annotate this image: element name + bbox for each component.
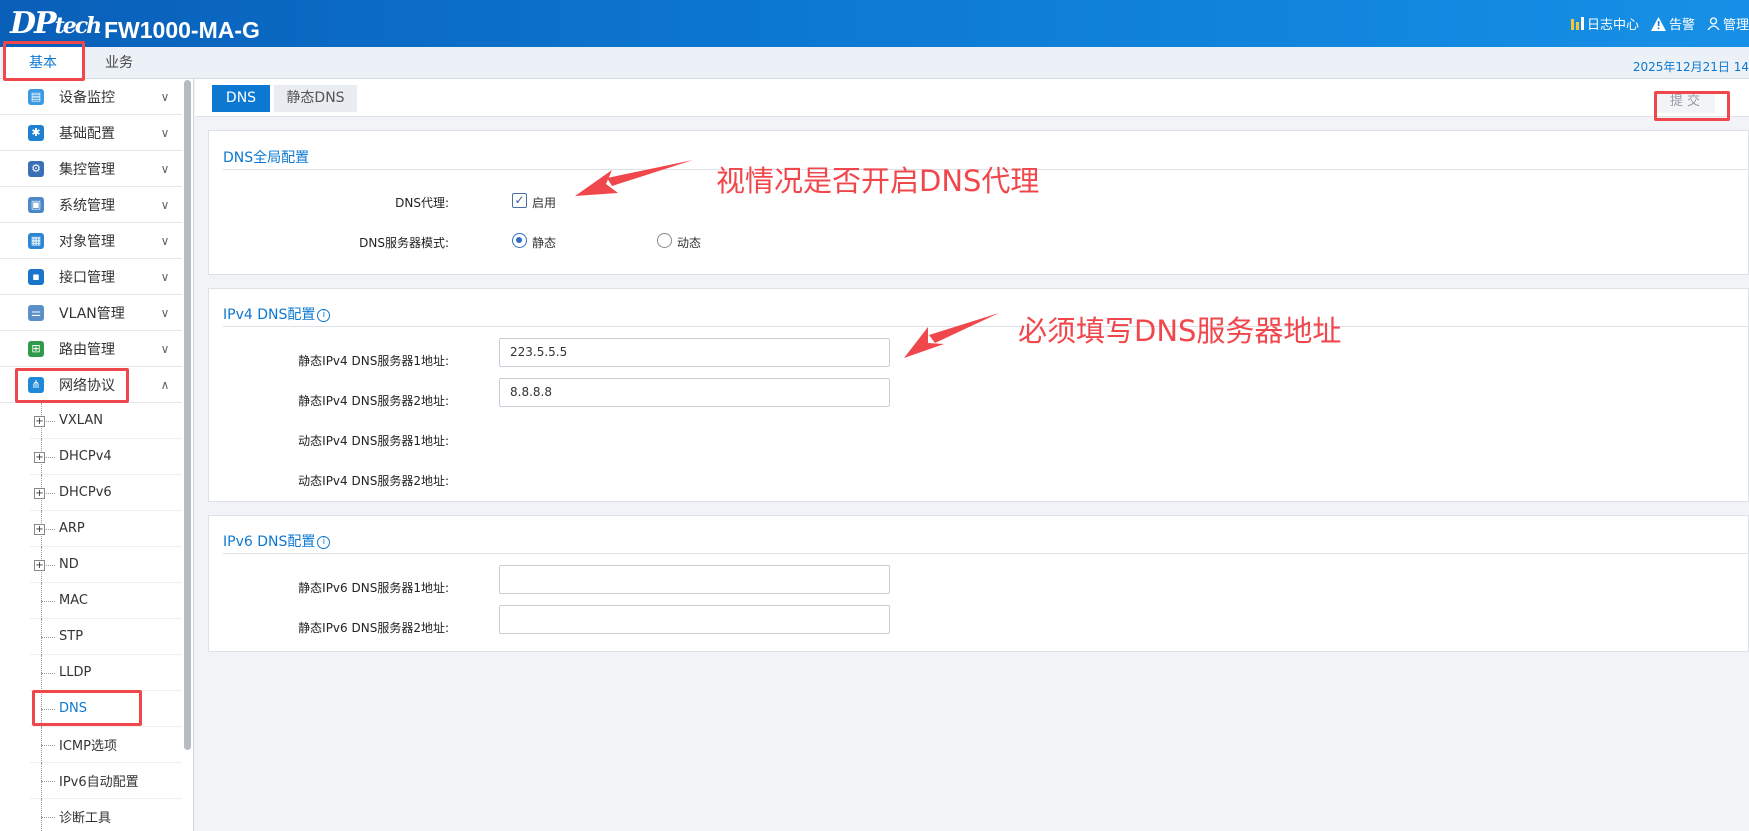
sidebar-item-object-mgmt[interactable]: ▦ 对象管理 ∨ — [0, 223, 182, 259]
sidebar-item-interface-mgmt[interactable]: ▪ 接口管理 ∨ — [0, 259, 182, 295]
network-icon: ⋔ — [28, 376, 44, 393]
tab-static-dns[interactable]: 静态DNS — [274, 85, 357, 112]
sidebar-subitem-lldp[interactable]: LLDP — [30, 655, 182, 691]
chevron-up-icon: ∧ — [160, 377, 170, 392]
monitor-icon: ▤ — [28, 88, 44, 105]
expand-icon[interactable]: + — [34, 560, 45, 571]
static-ipv6-dns1-label: 静态IPv6 DNS服务器1地址: — [298, 581, 449, 595]
sidebar-item-route-mgmt[interactable]: ⊞ 路由管理 ∨ — [0, 331, 182, 367]
panel-title: IPv4 DNS配置 i — [223, 304, 331, 324]
panel-title: DNS全局配置 — [223, 150, 310, 166]
dns-proxy-label: DNS代理: — [395, 196, 449, 210]
alarm-link[interactable]: 告警 — [1650, 14, 1695, 33]
static-ipv6-dns2-label: 静态IPv6 DNS服务器2地址: — [298, 621, 449, 635]
tab-dns[interactable]: DNS — [212, 85, 270, 112]
dns-server-mode-label: DNS服务器模式: — [359, 236, 449, 250]
dns-global-panel: DNS全局配置 DNS代理: ✓ 启用 DNS服务器模式: 静态 动态 — [208, 130, 1749, 275]
bar-chart-icon — [1570, 17, 1584, 30]
sidebar-subitem-dns[interactable]: DNS — [30, 691, 182, 727]
static-ipv6-dns2-input[interactable] — [499, 605, 890, 634]
sidebar-subitem-nd[interactable]: + ND — [30, 547, 182, 583]
annotation-proxy-note: 视情况是否开启DNS代理 — [716, 164, 1040, 198]
mode-dynamic-label: 动态 — [677, 236, 702, 250]
sidebar-item-vlan-mgmt[interactable]: ⚌ VLAN管理 ∨ — [0, 295, 182, 331]
user-icon — [1707, 17, 1720, 30]
chevron-down-icon: ∨ — [160, 305, 170, 320]
static-ipv6-dns1-input[interactable] — [499, 565, 890, 594]
submit-button[interactable]: 提 交 — [1655, 91, 1715, 113]
info-icon[interactable]: i — [317, 535, 331, 549]
dns-proxy-checkbox[interactable]: ✓ — [512, 193, 527, 208]
static-ipv4-dns2-input[interactable]: 8.8.8.8 — [499, 378, 890, 407]
ipv6-dns-panel: IPv6 DNS配置 i 静态IPv6 DNS服务器1地址: 静态IPv6 DNS… — [208, 515, 1749, 652]
ipv4-dns-panel: IPv4 DNS配置 i 静态IPv4 DNS服务器1地址: 223.5.5.5 … — [208, 288, 1749, 502]
cluster-icon: ⚙ — [28, 160, 44, 177]
log-center-link[interactable]: 日志中心 — [1570, 14, 1639, 33]
panel-title: IPv6 DNS配置 i — [223, 531, 331, 551]
annotation-server-note: 必须填写DNS服务器地址 — [1018, 314, 1342, 348]
mode-static-radio[interactable] — [512, 233, 527, 248]
info-icon[interactable]: i — [317, 308, 331, 322]
gear-icon: ✱ — [28, 124, 44, 141]
expand-icon[interactable]: + — [34, 524, 45, 535]
chevron-down-icon: ∨ — [160, 89, 170, 104]
datetime-display: 2025年12月21日 14 — [1632, 60, 1749, 74]
top-header: DPtech FW1000-MA-G 日志中心 告警 管理 — [0, 0, 1749, 47]
warning-icon — [1650, 16, 1666, 31]
sidebar-item-device-monitor[interactable]: ▤ 设备监控 ∨ — [0, 79, 182, 115]
tab-basic[interactable]: 基本 — [4, 47, 82, 79]
mode-static-label: 静态 — [532, 236, 557, 250]
expand-icon[interactable]: + — [34, 452, 45, 463]
expand-icon[interactable]: + — [34, 488, 45, 499]
computer-icon: ▣ — [28, 196, 44, 213]
sidebar-subitem-diagnostics[interactable]: 诊断工具 — [30, 799, 182, 831]
static-ipv4-dns2-label: 静态IPv4 DNS服务器2地址: — [298, 394, 449, 408]
sidebar-item-basic-config[interactable]: ✱ 基础配置 ∨ — [0, 115, 182, 151]
sidebar-subitem-ipv6-autoconfig[interactable]: IPv6自动配置 — [30, 763, 182, 799]
tab-business[interactable]: 业务 — [84, 47, 154, 79]
interface-icon: ▪ — [28, 268, 44, 285]
expand-icon[interactable]: + — [34, 416, 45, 427]
brand-logo: DPtech — [10, 6, 102, 41]
sidebar-scrollbar[interactable] — [184, 80, 191, 750]
static-ipv4-dns1-input[interactable]: 223.5.5.5 — [499, 338, 890, 367]
route-icon: ⊞ — [28, 340, 44, 357]
sidebar-item-system-mgmt[interactable]: ▣ 系统管理 ∨ — [0, 187, 182, 223]
content-tabbar: DNS 静态DNS 提 交 — [195, 79, 1749, 117]
device-model: FW1000-MA-G — [104, 17, 260, 43]
static-ipv4-dns1-label: 静态IPv4 DNS服务器1地址: — [298, 354, 449, 368]
object-icon: ▦ — [28, 232, 44, 249]
chevron-down-icon: ∨ — [160, 269, 170, 284]
dns-proxy-option: 启用 — [532, 196, 557, 210]
vlan-icon: ⚌ — [28, 304, 44, 321]
sidebar-item-cluster-mgmt[interactable]: ⚙ 集控管理 ∨ — [0, 151, 182, 187]
sidebar-subitem-icmp[interactable]: ICMP选项 — [30, 727, 182, 763]
module-tabs: 基本 业务 2025年12月21日 14 — [0, 47, 1749, 79]
sidebar-subitem-arp[interactable]: + ARP — [30, 511, 182, 547]
mode-dynamic-radio[interactable] — [657, 233, 672, 248]
sidebar-item-network-protocol[interactable]: ⋔ 网络协议 ∧ — [0, 367, 182, 403]
dynamic-ipv4-dns2-label: 动态IPv4 DNS服务器2地址: — [298, 474, 449, 488]
sidebar-nav: ▤ 设备监控 ∨ ✱ 基础配置 ∨ ⚙ 集控管理 ∨ ▣ 系统管理 ∨ ▦ 对象… — [0, 79, 194, 831]
chevron-down-icon: ∨ — [160, 125, 170, 140]
dynamic-ipv4-dns1-label: 动态IPv4 DNS服务器1地址: — [298, 434, 449, 448]
admin-link[interactable]: 管理 — [1707, 14, 1749, 33]
chevron-down-icon: ∨ — [160, 161, 170, 176]
